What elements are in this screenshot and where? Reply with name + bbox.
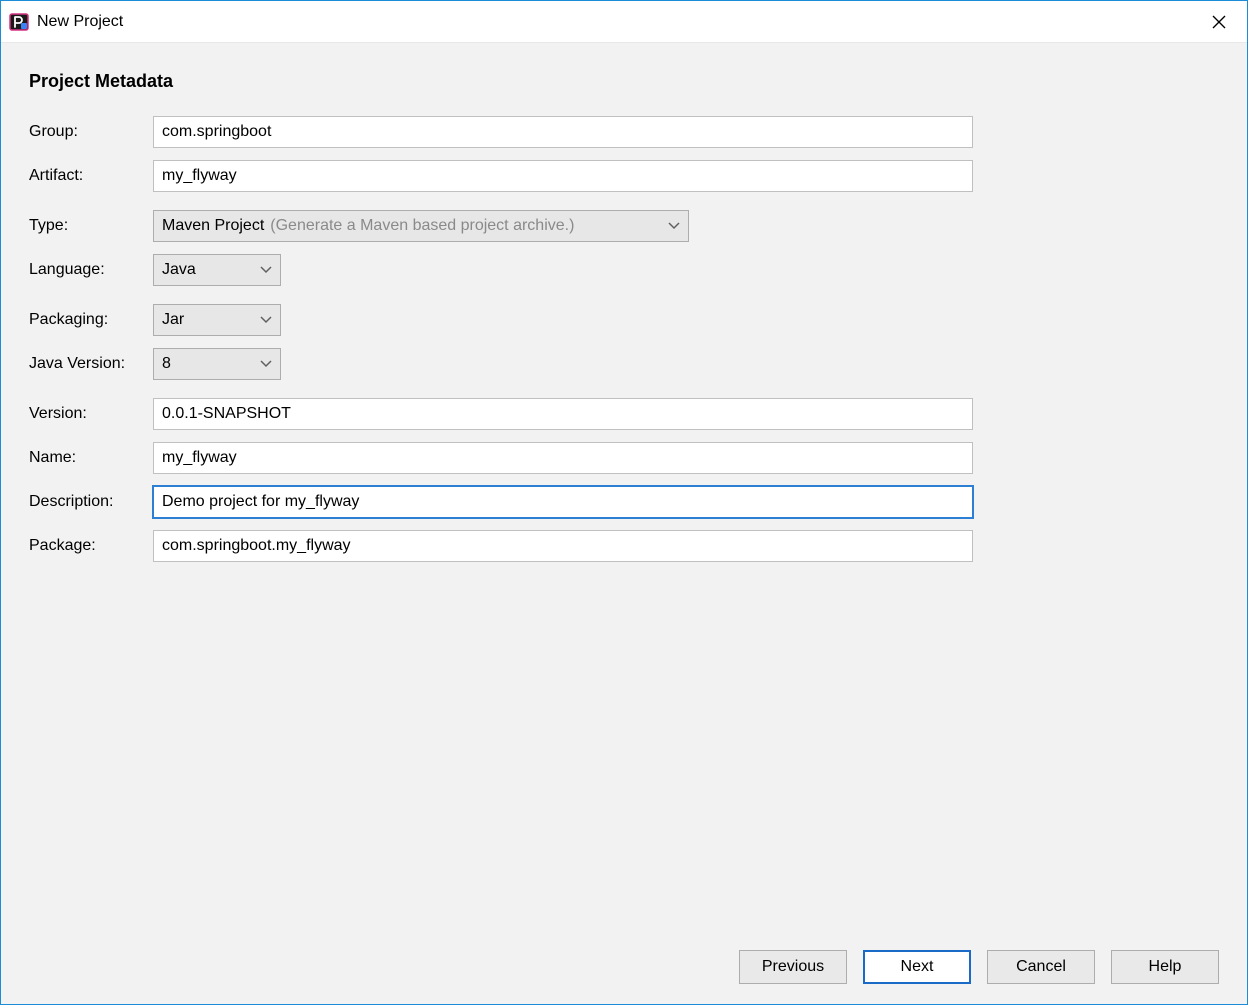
- row-java-version: Java Version: 8: [29, 346, 1219, 382]
- group-input[interactable]: [153, 116, 973, 148]
- language-select[interactable]: Java: [153, 254, 281, 286]
- label-java-version: Java Version:: [29, 355, 153, 373]
- label-language: Language:: [29, 261, 153, 279]
- java-version-select[interactable]: 8: [153, 348, 281, 380]
- row-group: Group:: [29, 114, 1219, 150]
- package-input[interactable]: [153, 530, 973, 562]
- section-title: Project Metadata: [29, 71, 1219, 92]
- label-name: Name:: [29, 449, 153, 467]
- artifact-input[interactable]: [153, 160, 973, 192]
- titlebar: New Project: [1, 1, 1247, 43]
- close-icon: [1212, 15, 1226, 29]
- chevron-down-icon: [260, 261, 272, 279]
- label-type: Type:: [29, 217, 153, 235]
- form-area: Group: Artifact: Type: Maven Project (Ge…: [29, 114, 1219, 932]
- name-input[interactable]: [153, 442, 973, 474]
- type-select[interactable]: Maven Project (Generate a Maven based pr…: [153, 210, 689, 242]
- window-title: New Project: [37, 13, 1203, 31]
- label-version: Version:: [29, 405, 153, 423]
- row-language: Language: Java: [29, 252, 1219, 288]
- row-version: Version:: [29, 396, 1219, 432]
- button-row: Previous Next Cancel Help: [29, 932, 1219, 984]
- packaging-select-value: Jar: [162, 311, 184, 329]
- next-button[interactable]: Next: [863, 950, 971, 984]
- label-description: Description:: [29, 493, 153, 511]
- dialog-content: Project Metadata Group: Artifact: Type: …: [1, 43, 1247, 1004]
- cancel-button[interactable]: Cancel: [987, 950, 1095, 984]
- label-artifact: Artifact:: [29, 167, 153, 185]
- packaging-select[interactable]: Jar: [153, 304, 281, 336]
- help-button[interactable]: Help: [1111, 950, 1219, 984]
- version-input[interactable]: [153, 398, 973, 430]
- language-select-value: Java: [162, 261, 196, 279]
- chevron-down-icon: [668, 217, 680, 235]
- row-packaging: Packaging: Jar: [29, 302, 1219, 338]
- chevron-down-icon: [260, 311, 272, 329]
- close-button[interactable]: [1203, 6, 1235, 38]
- app-icon: [9, 12, 29, 32]
- row-artifact: Artifact:: [29, 158, 1219, 194]
- type-select-value: Maven Project: [162, 217, 264, 235]
- label-group: Group:: [29, 123, 153, 141]
- label-packaging: Packaging:: [29, 311, 153, 329]
- label-package: Package:: [29, 537, 153, 555]
- row-type: Type: Maven Project (Generate a Maven ba…: [29, 208, 1219, 244]
- java-version-select-value: 8: [162, 355, 171, 373]
- previous-button[interactable]: Previous: [739, 950, 847, 984]
- chevron-down-icon: [260, 355, 272, 373]
- row-package: Package:: [29, 528, 1219, 564]
- row-description: Description:: [29, 484, 1219, 520]
- type-select-hint: (Generate a Maven based project archive.…: [270, 217, 574, 235]
- row-name: Name:: [29, 440, 1219, 476]
- description-input[interactable]: [153, 486, 973, 518]
